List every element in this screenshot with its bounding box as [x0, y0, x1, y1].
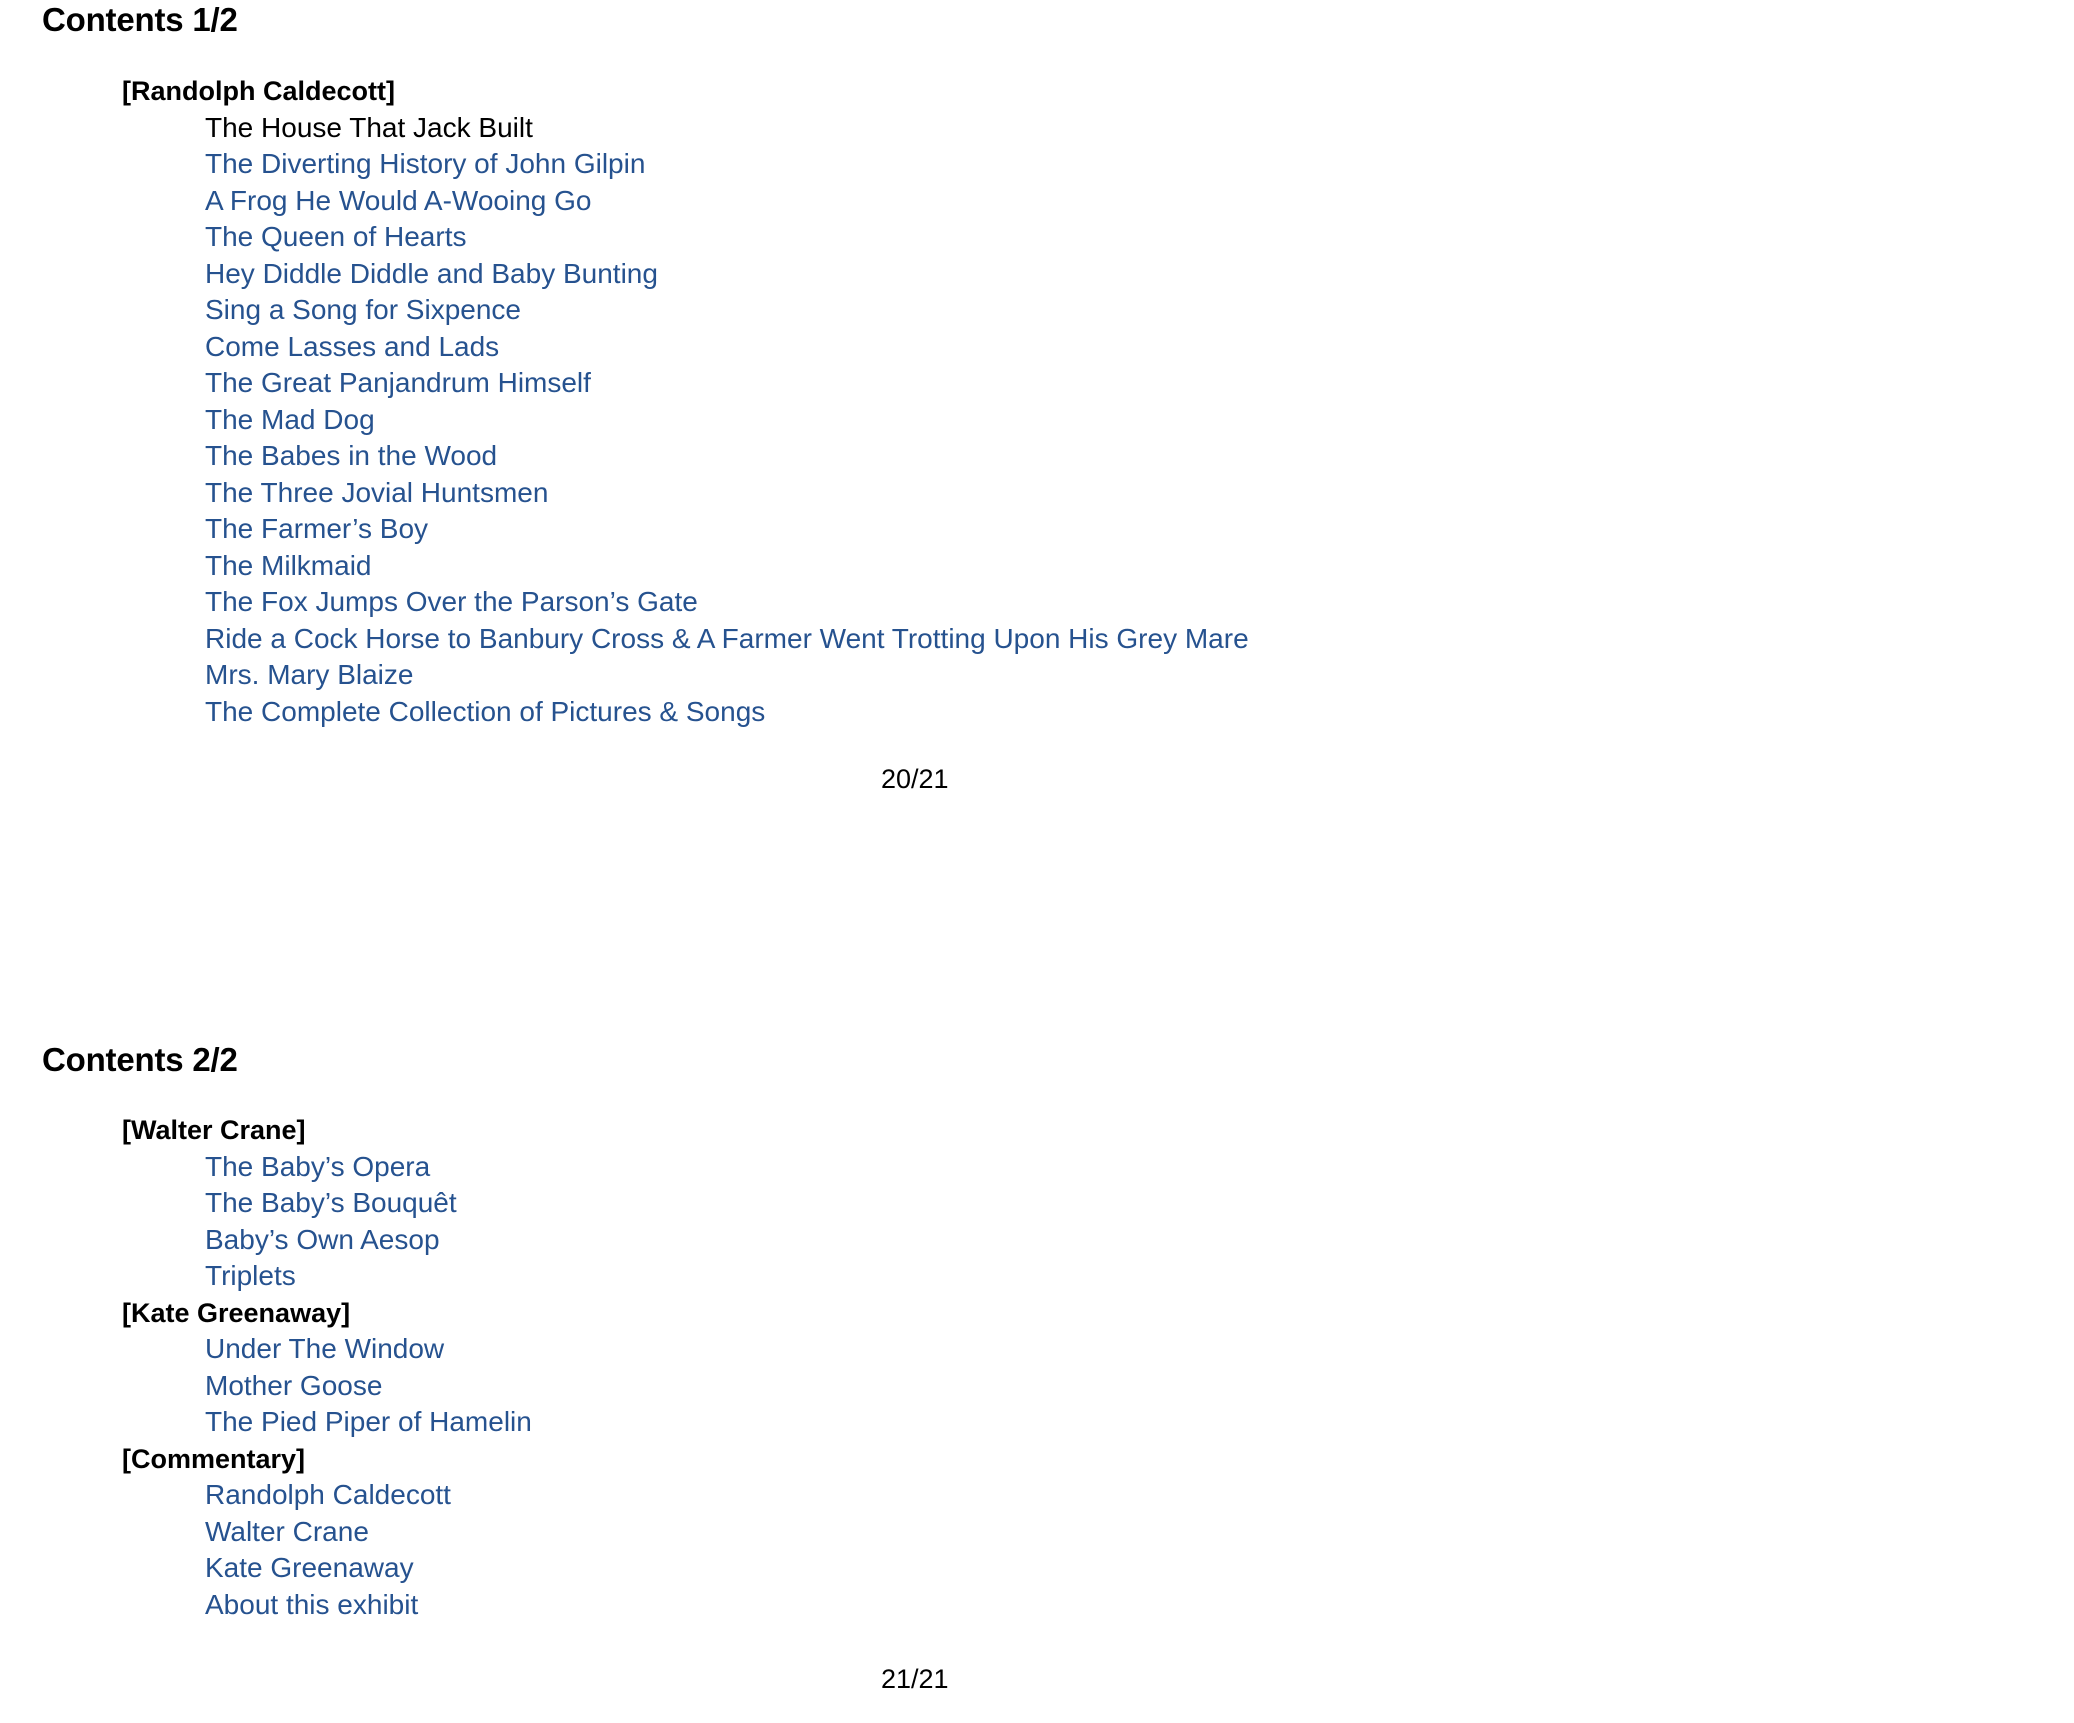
contents-link[interactable]: The Pied Piper of Hamelin — [0, 1404, 2074, 1441]
contents-link[interactable]: Triplets — [0, 1258, 2074, 1295]
contents-link[interactable]: The Three Jovial Huntsmen — [0, 475, 2074, 512]
contents-group-label: [Commentary] — [122, 1443, 306, 1474]
contents-link[interactable]: The Complete Collection of Pictures & So… — [0, 694, 2074, 731]
contents-group-label: [Walter Crane] — [122, 1115, 306, 1145]
contents-link[interactable]: Under The Window — [0, 1331, 2074, 1368]
contents-link[interactable]: Baby’s Own Aesop — [0, 1222, 2074, 1259]
table-of-contents-1: [Randolph Caldecott] The House That Jack … — [0, 73, 2074, 730]
contents-link[interactable]: Mrs. Mary Blaize — [0, 657, 2074, 694]
page-number: 20/21 — [881, 764, 949, 794]
contents-link[interactable]: The Mad Dog — [0, 402, 2074, 439]
contents-link[interactable]: Hey Diddle Diddle and Baby Bunting — [0, 256, 2074, 293]
contents-link[interactable]: Walter Crane — [0, 1514, 2074, 1551]
contents-link[interactable]: Randolph Caldecott — [0, 1477, 2074, 1514]
table-of-contents-2: [Walter Crane] The Baby’s Opera The Baby’s… — [0, 1112, 2074, 1623]
contents-link[interactable]: The Great Panjandrum Himself — [0, 365, 2074, 402]
contents-link[interactable]: The Farmer’s Boy — [0, 511, 2074, 548]
page-title: Contents 1/2 — [42, 1, 238, 38]
contents-link[interactable]: Sing a Song for Sixpence — [0, 292, 2074, 329]
contents-group: [Randolph Caldecott] The House That Jack … — [0, 73, 2074, 730]
contents-link[interactable]: The Queen of Hearts — [0, 219, 2074, 256]
page-title: Contents 2/2 — [42, 1041, 238, 1078]
contents-group: [Walter Crane] The Baby’s Opera The Baby’s… — [0, 1112, 2074, 1295]
contents-link[interactable]: Kate Greenaway — [0, 1550, 2074, 1587]
contents-link[interactable]: The Fox Jumps Over the Parson’s Gate — [0, 584, 2074, 621]
contents-page-1: Contents 1/2 [Randolph Caldecott] The Hou… — [0, 0, 2074, 796]
contents-group: [Kate Greenaway] Under The Window Mother G… — [0, 1295, 2074, 1441]
contents-link[interactable]: The Diverting History of John Gilpin — [0, 146, 2074, 183]
contents-link[interactable]: Mother Goose — [0, 1368, 2074, 1405]
page-number: 21/21 — [881, 1664, 949, 1694]
contents-link[interactable]: A Frog He Would A-Wooing Go — [0, 183, 2074, 220]
contents-page-2: Contents 2/2 [Walter Crane] The Baby’s Op… — [0, 1040, 2074, 1696]
contents-group: [Commentary] Randolph Caldecott Walter Cra… — [0, 1441, 2074, 1624]
contents-link[interactable]: The Milkmaid — [0, 548, 2074, 585]
contents-link[interactable]: Ride a Cock Horse to Banbury Cross & A F… — [0, 621, 2074, 658]
contents-link[interactable]: Come Lasses and Lads — [0, 329, 2074, 366]
contents-group-label: [Kate Greenaway] — [122, 1297, 351, 1328]
contents-entry: The House That Jack Built — [205, 111, 533, 143]
contents-link[interactable]: The Babes in the Wood — [0, 438, 2074, 475]
contents-group-label: [Randolph Caldecott] — [122, 76, 395, 106]
contents-link[interactable]: About this exhibit — [0, 1587, 2074, 1624]
contents-link[interactable]: The Baby’s Bouquêt — [0, 1185, 2074, 1222]
contents-link[interactable]: The Baby’s Opera — [0, 1149, 2074, 1186]
